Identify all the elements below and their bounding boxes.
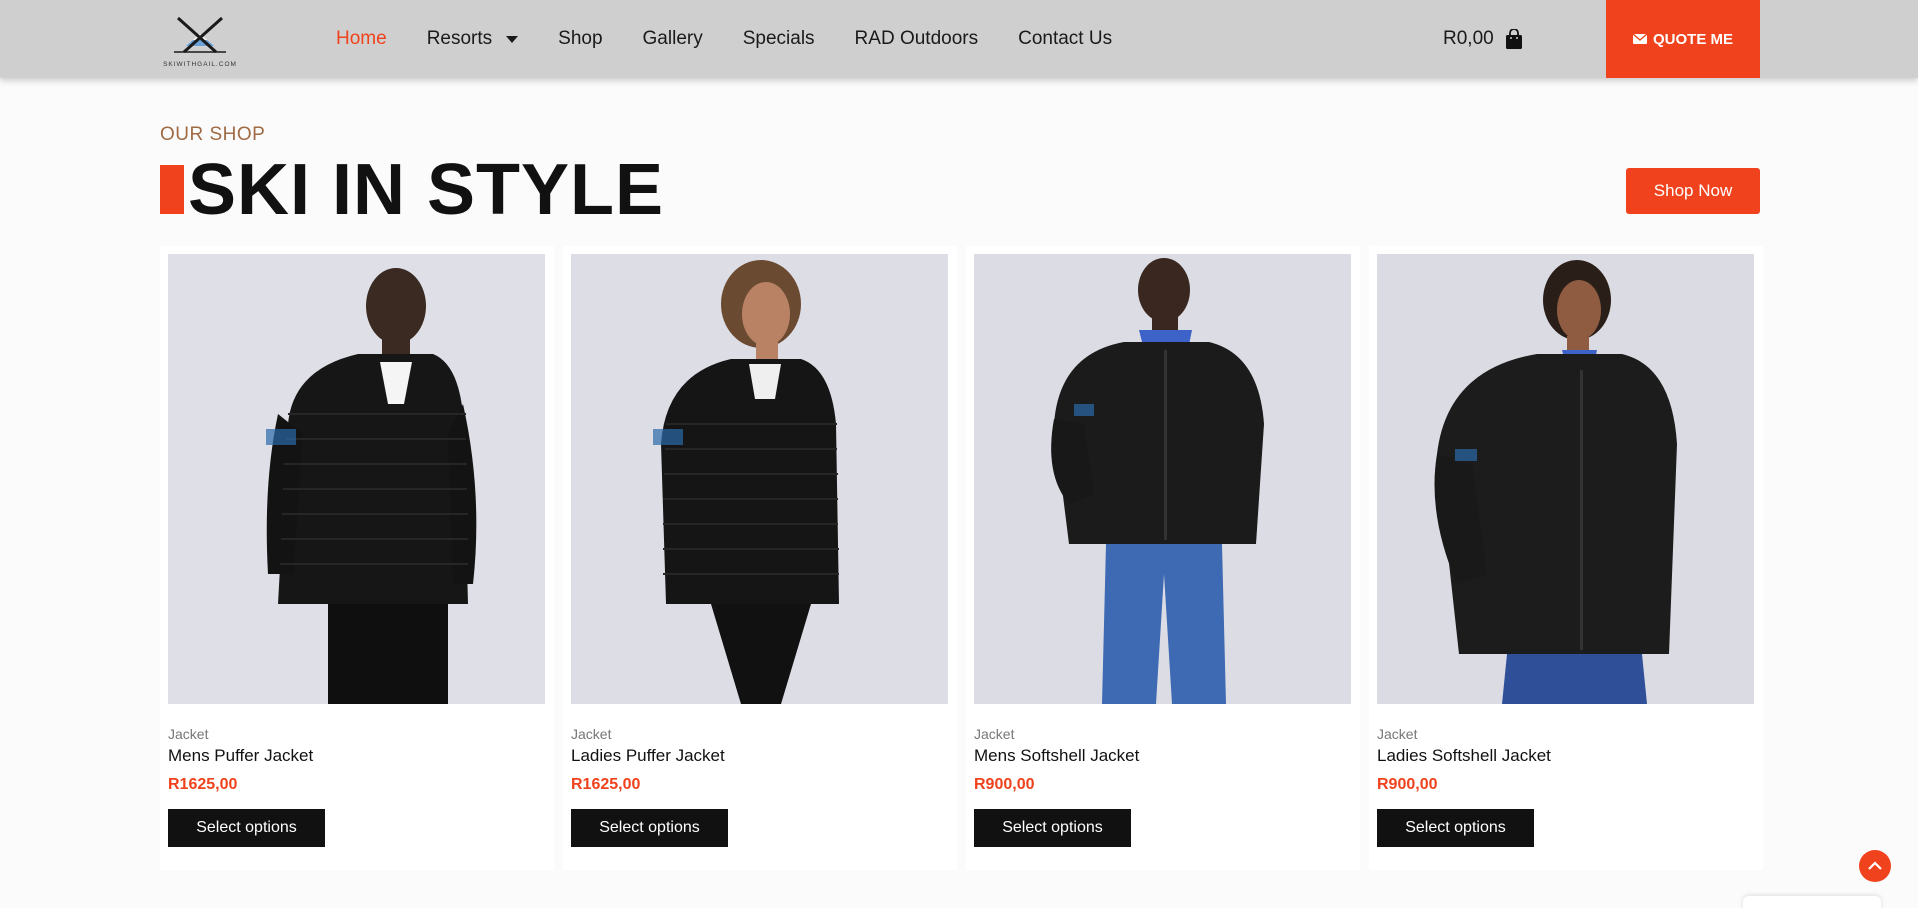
envelope-icon [1632,34,1647,44]
chevron-up-icon [1868,861,1882,870]
crossed-skis-logo-icon [174,16,226,54]
nav-label: Resorts [426,28,493,49]
title-accent-bar [160,165,184,214]
product-price: R900,00 [974,776,1035,793]
cart-button[interactable]: R0,00 [1443,0,1522,78]
product-grid: Jacket Mens Puffer Jacket R1625,00 Selec… [160,246,1763,870]
product-image-mens-softshell[interactable] [974,254,1351,704]
nav-label: Contact Us [1018,28,1113,49]
product-name[interactable]: Mens Puffer Jacket [168,746,313,766]
nav-home[interactable]: Home [336,28,387,50]
product-card: Jacket Mens Puffer Jacket R1625,00 Selec… [160,246,554,870]
product-category: Jacket [974,726,1015,742]
select-options-button[interactable]: Select options [168,809,325,847]
section-eyebrow: OUR SHOP [160,124,266,145]
nav-label: RAD Outdoors [854,28,979,49]
nav-label: Specials [742,28,815,49]
nav-contact-us[interactable]: Contact Us [1018,28,1112,50]
product-name[interactable]: Ladies Softshell Jacket [1377,746,1551,766]
corner-widget [1743,896,1881,908]
product-category: Jacket [168,726,209,742]
nav-rad-outdoors[interactable]: RAD Outdoors [855,28,979,50]
nav-label: Gallery [642,28,703,49]
product-card: Jacket Ladies Puffer Jacket R1625,00 Sel… [563,246,957,870]
main-nav: Home Resorts Shop Gallery Specials RAD O… [336,0,1152,78]
product-image-ladies-puffer[interactable] [571,254,948,704]
nav-specials[interactable]: Specials [743,28,815,50]
product-image-ladies-softshell[interactable] [1377,254,1754,704]
scroll-to-top-button[interactable] [1859,850,1891,882]
nav-gallery[interactable]: Gallery [643,28,703,50]
product-category: Jacket [1377,726,1418,742]
nav-resorts[interactable]: Resorts [426,28,519,50]
product-price: R1625,00 [571,776,641,793]
shopping-bag-icon [1505,28,1522,49]
product-category: Jacket [571,726,612,742]
nav-shop[interactable]: Shop [558,28,602,50]
nav-label: Home [336,28,387,49]
shop-now-button[interactable]: Shop Now [1626,168,1760,214]
caret-down-icon [506,35,519,43]
product-card: Jacket Ladies Softshell Jacket R900,00 S… [1369,246,1763,870]
select-options-button[interactable]: Select options [974,809,1131,847]
product-image-mens-puffer[interactable] [168,254,545,704]
cart-total: R0,00 [1443,28,1494,49]
section-title: SKI IN STYLE [188,150,665,230]
product-name[interactable]: Ladies Puffer Jacket [571,746,725,766]
product-price: R1625,00 [168,776,238,793]
site-header: SKIWITHGAIL.COM Home Resorts Shop Galler… [0,0,1918,78]
nav-label: Shop [558,28,603,49]
select-options-button[interactable]: Select options [1377,809,1534,847]
select-options-button[interactable]: Select options [571,809,728,847]
product-card: Jacket Mens Softshell Jacket R900,00 Sel… [966,246,1360,870]
quote-me-label: QUOTE ME [1652,30,1733,48]
logo-text: SKIWITHGAIL.COM [163,61,237,68]
product-name[interactable]: Mens Softshell Jacket [974,746,1139,766]
quote-me-button[interactable]: QUOTE ME [1606,0,1760,78]
site-logo[interactable]: SKIWITHGAIL.COM [160,12,240,68]
product-price: R900,00 [1377,776,1438,793]
